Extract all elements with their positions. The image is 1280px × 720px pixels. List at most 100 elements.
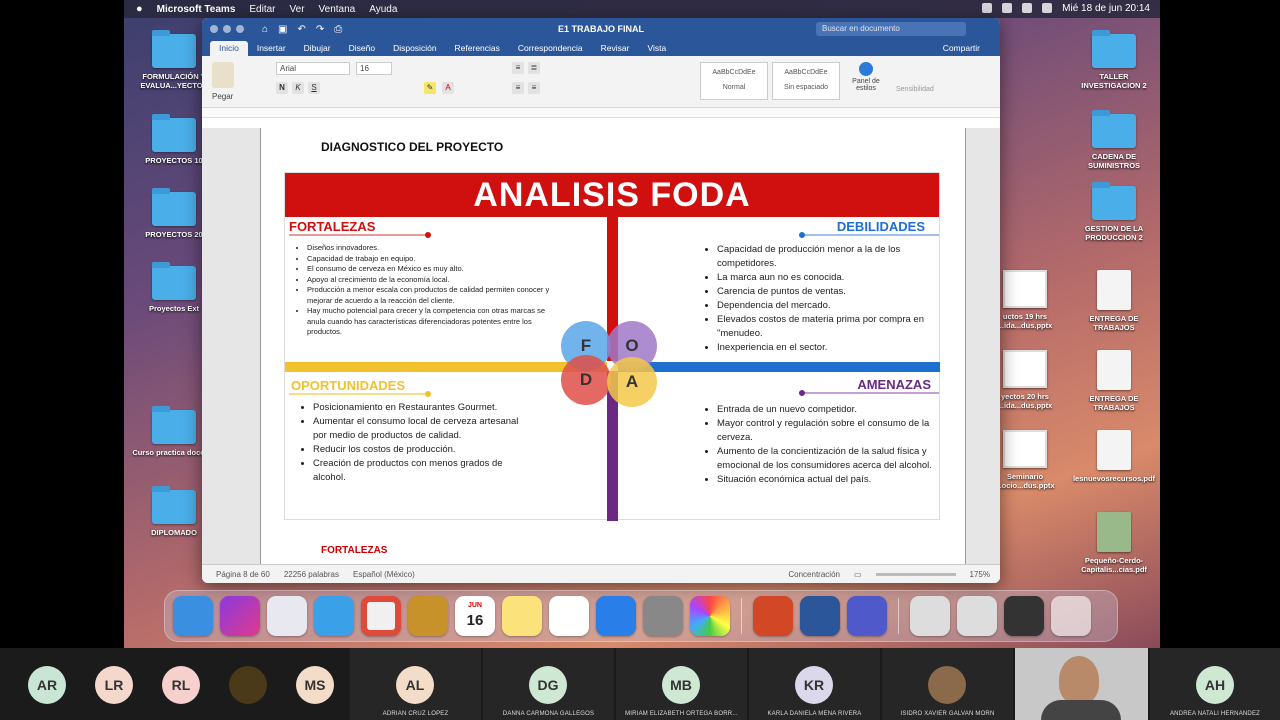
desktop-folder[interactable]: CADENA DE SUMINISTROS — [1069, 110, 1159, 170]
tab-inicio[interactable]: Inicio — [210, 41, 248, 56]
desktop-file[interactable]: lesnuevosrecursos.pdf — [1069, 430, 1159, 483]
redo-icon[interactable]: ↷ — [316, 24, 324, 35]
avatar[interactable]: LR — [95, 666, 133, 704]
powerpoint-icon[interactable] — [753, 596, 793, 636]
bullets-icon[interactable]: ≡ — [512, 62, 524, 74]
tab-referencias[interactable]: Referencias — [446, 43, 509, 56]
avatar[interactable]: AR — [28, 666, 66, 704]
font-color-icon[interactable]: A — [442, 82, 454, 94]
appstore-icon[interactable] — [596, 596, 636, 636]
participant-tile[interactable]: AL ADRIAN CRUZ LOPEZ — [350, 648, 481, 720]
styles-pane-button[interactable]: Panel de estilos — [850, 62, 882, 92]
mac-dock: JUN 16 — [164, 590, 1118, 642]
desktop-file[interactable]: ENTREGA DE TRABAJOS — [1069, 350, 1159, 412]
chrome-icon[interactable] — [361, 596, 401, 636]
menu-ventana[interactable]: Ventana — [319, 4, 356, 15]
participant-tile[interactable]: MB MIRIAM ELIZABETH ORTEGA BORR... — [616, 648, 747, 720]
photos-icon[interactable] — [690, 596, 730, 636]
menu-ayuda[interactable]: Ayuda — [369, 4, 397, 15]
undo-icon[interactable]: ↶ — [298, 24, 306, 35]
pdf-icon — [1097, 430, 1131, 470]
document-page[interactable]: DIAGNOSTICO DEL PROYECTO ANALISIS FODA F… — [260, 128, 966, 564]
zoom-slider[interactable] — [875, 572, 956, 576]
desktop-folder[interactable]: TALLER INVESTIGACION 2 — [1069, 30, 1159, 90]
print-icon[interactable]: ⎙ — [334, 24, 342, 35]
italic-icon[interactable]: K — [292, 82, 304, 94]
menubar-clock[interactable]: Mié 18 de jun 20:14 — [1062, 3, 1150, 14]
desktop-file[interactable]: Pequeño-Cerdo-Capitalis...cias.pdf — [1069, 512, 1159, 574]
font-size-select[interactable]: 16 — [356, 62, 392, 75]
avatar[interactable]: RL — [162, 666, 200, 704]
desktop-file[interactable]: ENTREGA DE TRABAJOS — [1069, 270, 1159, 332]
status-icon[interactable] — [982, 3, 993, 13]
finder-icon[interactable] — [173, 596, 213, 636]
calendar-icon[interactable]: JUN 16 — [455, 596, 495, 636]
participant-tile[interactable]: KR KARLA DANIELA MENA RIVERA — [749, 648, 880, 720]
window-thumbnail[interactable] — [1004, 596, 1044, 636]
participant-video[interactable] — [1015, 648, 1148, 720]
launchpad-icon[interactable] — [267, 596, 307, 636]
paste-icon[interactable] — [212, 62, 234, 88]
tab-dibujar[interactable]: Dibujar — [295, 43, 340, 56]
search-input[interactable]: Buscar en documento — [816, 22, 966, 36]
zoom-level[interactable]: 175% — [970, 570, 990, 579]
word-window: ⌂ ▣ ↶ ↷ ⎙ E1 TRABAJO FINAL Buscar en doc… — [202, 18, 1000, 583]
close-window-button[interactable] — [210, 25, 218, 33]
status-page[interactable]: Página 8 de 60 — [216, 570, 270, 579]
highlight-icon[interactable]: ✎ — [424, 82, 436, 94]
avatar-photo[interactable] — [229, 666, 267, 704]
search-icon[interactable] — [1042, 3, 1053, 13]
foda-banner: ANALISIS FODA — [285, 173, 939, 217]
minimize-window-button[interactable] — [223, 25, 231, 33]
avatar[interactable]: MS — [296, 666, 334, 704]
focus-button[interactable]: Concentración — [788, 570, 840, 579]
word-statusbar: Página 8 de 60 22256 palabras Español (M… — [202, 564, 1000, 583]
style-sin-espaciado[interactable]: AaBbCcDdEe Sin espaciado — [772, 62, 840, 100]
app-icon[interactable] — [408, 596, 448, 636]
teams-icon[interactable] — [847, 596, 887, 636]
menu-ver[interactable]: Ver — [290, 4, 305, 15]
menubar-app-name[interactable]: Microsoft Teams — [157, 4, 236, 15]
numbering-icon[interactable]: ≣ — [528, 62, 540, 74]
reminders-icon[interactable] — [549, 596, 589, 636]
status-language[interactable]: Español (México) — [353, 570, 415, 579]
sensitivity-button[interactable]: Sensibilidad — [896, 86, 934, 93]
menu-editar[interactable]: Editar — [249, 4, 275, 15]
siri-icon[interactable] — [220, 596, 260, 636]
participant-tile[interactable]: ISIDRO XAVIER GALVAN MORN — [882, 648, 1013, 720]
zoom-window-button[interactable] — [236, 25, 244, 33]
align-left-icon[interactable]: ≡ — [512, 82, 524, 94]
wifi-icon[interactable] — [1022, 3, 1033, 13]
tab-diseno[interactable]: Diseño — [340, 43, 384, 56]
font-name-select[interactable]: Arial — [276, 62, 350, 75]
participant-name: KARLA DANIELA MENA RIVERA — [767, 711, 862, 717]
bold-icon[interactable]: N — [276, 82, 288, 94]
tab-revisar[interactable]: Revisar — [592, 43, 639, 56]
settings-icon[interactable] — [643, 596, 683, 636]
status-words[interactable]: 22256 palabras — [284, 570, 339, 579]
tab-insertar[interactable]: Insertar — [248, 43, 295, 56]
home-icon[interactable]: ⌂ — [262, 24, 268, 35]
save-icon[interactable]: ▣ — [278, 24, 287, 35]
desktop-folder[interactable]: GESTION DE LA PRODUCCION 2 — [1069, 182, 1159, 242]
window-thumbnail[interactable] — [957, 596, 997, 636]
word-icon[interactable] — [800, 596, 840, 636]
divider-left — [285, 362, 607, 372]
tab-disposicion[interactable]: Disposición — [384, 43, 445, 56]
safari-icon[interactable] — [314, 596, 354, 636]
share-button[interactable]: Compartir — [943, 43, 980, 53]
notes-icon[interactable] — [502, 596, 542, 636]
tab-vista[interactable]: Vista — [638, 43, 675, 56]
align-center-icon[interactable]: ≡ — [528, 82, 540, 94]
print-layout-icon[interactable]: ▭ — [854, 570, 862, 579]
battery-icon[interactable] — [1002, 3, 1013, 13]
participant-tile[interactable]: AH ANDREA NATALI HERNANDEZ — [1150, 648, 1280, 720]
underline-icon[interactable]: S — [308, 82, 320, 94]
participant-tile[interactable]: DG DANNA CARMONA GALLEGOS — [483, 648, 614, 720]
tab-correspondencia[interactable]: Correspondencia — [509, 43, 592, 56]
window-thumbnail[interactable] — [910, 596, 950, 636]
style-normal[interactable]: AaBbCcDdEe Normal — [700, 62, 768, 100]
trash-icon[interactable] — [1051, 596, 1091, 636]
apple-menu-icon[interactable]: ● — [136, 3, 143, 15]
amenazas-title: AMENAZAS — [857, 377, 931, 392]
